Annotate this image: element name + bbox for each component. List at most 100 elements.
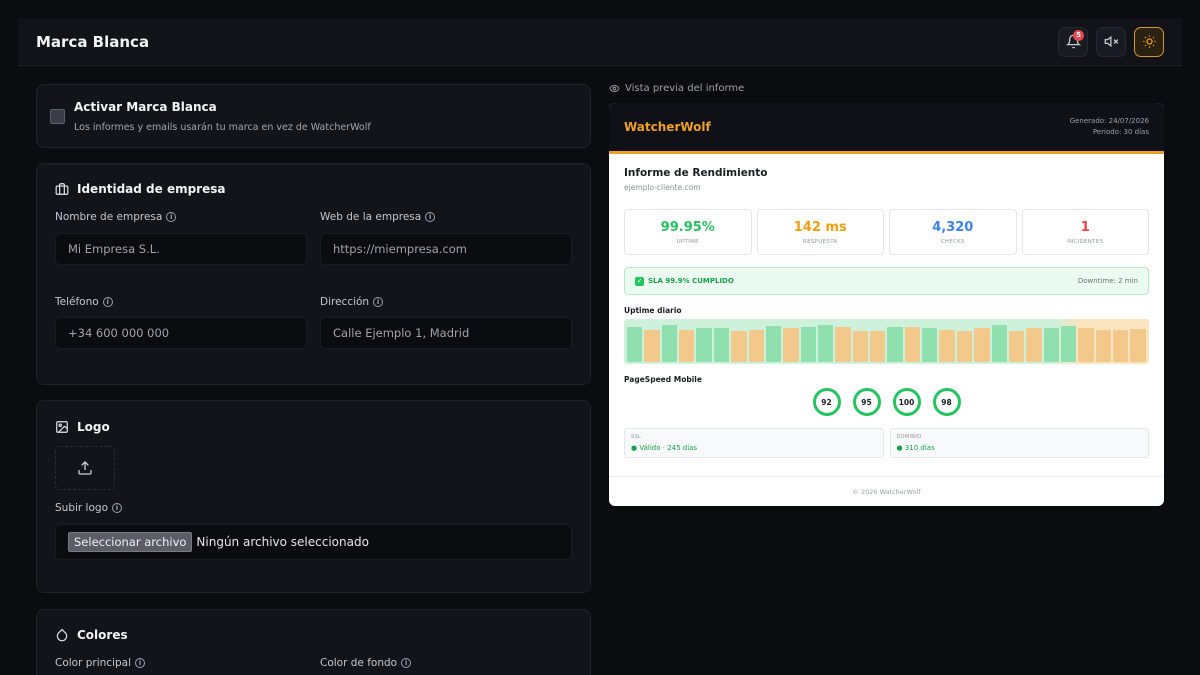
uptime-bar bbox=[800, 326, 816, 362]
website-input[interactable]: https://miempresa.com bbox=[320, 233, 572, 265]
uptime-bar bbox=[870, 330, 886, 362]
pagespeed-title: PageSpeed Mobile bbox=[624, 375, 702, 384]
uptime-bar-chart bbox=[624, 319, 1149, 364]
uptime-bar bbox=[679, 330, 695, 362]
downtime-text: Downtime: 2 min bbox=[1077, 277, 1138, 285]
ssl-box: SSL ● Válido · 245 días bbox=[624, 428, 884, 458]
info-icon[interactable]: i bbox=[401, 658, 412, 668]
mute-button[interactable] bbox=[1096, 26, 1126, 57]
uptime-title: Uptime diario bbox=[624, 306, 682, 315]
report-body: Informe de Rendimiento ejemplo-cliente.c… bbox=[609, 154, 1164, 458]
identity-card: Identidad de empresa Nombre de empresa i… bbox=[36, 163, 591, 385]
company-name-input[interactable]: Mi Empresa S.L. bbox=[55, 233, 307, 265]
address-input[interactable]: Calle Ejemplo 1, Madrid bbox=[320, 317, 572, 349]
domain-box: DOMINIO ● 310 días bbox=[889, 428, 1149, 458]
notifications-button[interactable]: 5 bbox=[1058, 26, 1088, 57]
uptime-bar bbox=[696, 327, 712, 362]
ssl-value: ● Válido · 245 días bbox=[631, 444, 698, 452]
uptime-bar bbox=[627, 326, 643, 362]
phone-label-text: Teléfono bbox=[55, 296, 99, 308]
ssl-label: SSL bbox=[631, 434, 642, 440]
file-status: Ningún archivo seleccionado bbox=[196, 535, 369, 549]
uptime-bar bbox=[1008, 330, 1025, 362]
droplet-icon bbox=[56, 628, 68, 642]
info-icon[interactable]: i bbox=[112, 503, 122, 513]
uptime-bar bbox=[991, 325, 1007, 362]
uptime-bar bbox=[713, 327, 730, 362]
uptime-bar bbox=[1130, 329, 1146, 362]
sun-icon bbox=[1142, 35, 1156, 48]
identity-title-text: Identidad de empresa bbox=[77, 182, 226, 196]
upload-icon bbox=[78, 461, 92, 475]
info-icon[interactable]: i bbox=[425, 212, 436, 222]
sla-banner: ✓ SLA 99.9% CUMPLIDO Downtime: 2 min bbox=[624, 267, 1149, 295]
score-ring: 100 bbox=[892, 388, 921, 416]
info-icon[interactable]: i bbox=[166, 212, 177, 222]
primary-color-label-text: Color principal bbox=[55, 657, 132, 669]
stat-label: CHECKS bbox=[940, 239, 965, 245]
uptime-bar bbox=[1095, 330, 1112, 362]
uptime-bar bbox=[956, 330, 973, 362]
uptime-bar bbox=[1078, 327, 1094, 362]
uptime-bar bbox=[922, 327, 938, 362]
stat-incidents: 1 INCIDENTES bbox=[1021, 209, 1149, 255]
uptime-bar bbox=[1060, 326, 1077, 362]
logo-card: Logo Subir logo i Seleccionar archivo Ni… bbox=[36, 400, 591, 593]
uptime-bar bbox=[661, 325, 678, 362]
logo-upload-dropzone[interactable] bbox=[55, 446, 115, 490]
address-label-text: Dirección bbox=[320, 296, 370, 308]
file-input[interactable]: Seleccionar archivo Ningún archivo selec… bbox=[55, 524, 572, 560]
preview-label-text: Vista previa del informe bbox=[625, 83, 745, 94]
website-label: Web de la empresa i bbox=[320, 211, 436, 223]
stat-value: 1 bbox=[1080, 220, 1090, 235]
image-icon bbox=[56, 421, 68, 433]
uptime-bar bbox=[852, 330, 869, 362]
info-icon[interactable]: i bbox=[102, 297, 113, 307]
uptime-bar bbox=[887, 326, 903, 362]
uptime-bar bbox=[644, 330, 660, 362]
address-label: Dirección i bbox=[320, 296, 384, 308]
background-color-label: Color de fondo i bbox=[320, 657, 412, 669]
primary-color-label: Color principal i bbox=[55, 657, 146, 669]
uptime-bar bbox=[765, 326, 782, 362]
stat-checks: 4,320 CHECKS bbox=[889, 209, 1017, 255]
company-name-label-text: Nombre de empresa bbox=[55, 211, 163, 223]
colors-title-text: Colores bbox=[77, 628, 128, 642]
score-ring: 98 bbox=[932, 388, 961, 416]
info-icon[interactable]: i bbox=[373, 297, 384, 307]
uptime-bar bbox=[1026, 328, 1042, 362]
report-site: ejemplo-cliente.com bbox=[624, 183, 701, 192]
report-meta: Generado: 24/07/2026 Periodo: 30 días bbox=[1070, 116, 1149, 138]
uptime-bar bbox=[731, 330, 747, 362]
report-preview: WatcherWolf Generado: 24/07/2026 Periodo… bbox=[609, 103, 1164, 506]
uptime-bar bbox=[904, 326, 921, 362]
uptime-bar bbox=[835, 326, 851, 362]
report-footer: © 2026 WatcherWolf bbox=[609, 476, 1164, 506]
sla-status: ✓ SLA 99.9% CUMPLIDO bbox=[635, 276, 734, 286]
logo-title-text: Logo bbox=[77, 420, 110, 434]
eye-icon bbox=[609, 84, 620, 93]
report-brand: WatcherWolf bbox=[624, 120, 711, 134]
upload-logo-label-text: Subir logo bbox=[55, 502, 108, 514]
website-label-text: Web de la empresa bbox=[320, 211, 422, 223]
check-icon: ✓ bbox=[635, 276, 644, 286]
uptime-bar bbox=[1043, 327, 1059, 362]
stat-response: 142 ms RESPUESTA bbox=[756, 209, 884, 255]
top-bar: Marca Blanca 5 bbox=[18, 18, 1182, 66]
identity-title: Identidad de empresa bbox=[55, 182, 225, 196]
briefcase-icon bbox=[55, 183, 69, 195]
page-title: Marca Blanca bbox=[36, 32, 150, 51]
score-ring: 95 bbox=[852, 388, 881, 416]
phone-input[interactable]: +34 600 000 000 bbox=[55, 317, 307, 349]
choose-file-button[interactable]: Seleccionar archivo bbox=[68, 532, 193, 552]
theme-toggle-button[interactable] bbox=[1134, 26, 1164, 57]
activate-card: Activar Marca Blanca Los informes y emai… bbox=[36, 84, 591, 148]
upload-logo-label: Subir logo i bbox=[55, 502, 122, 514]
info-icon[interactable]: i bbox=[135, 658, 146, 668]
activate-checkbox[interactable] bbox=[50, 109, 65, 124]
logo-title: Logo bbox=[55, 420, 110, 434]
stat-label: INCIDENTES bbox=[1067, 239, 1104, 245]
notification-badge: 5 bbox=[1073, 29, 1084, 41]
background-color-label-text: Color de fondo bbox=[320, 657, 398, 669]
uptime-bar bbox=[783, 328, 799, 362]
